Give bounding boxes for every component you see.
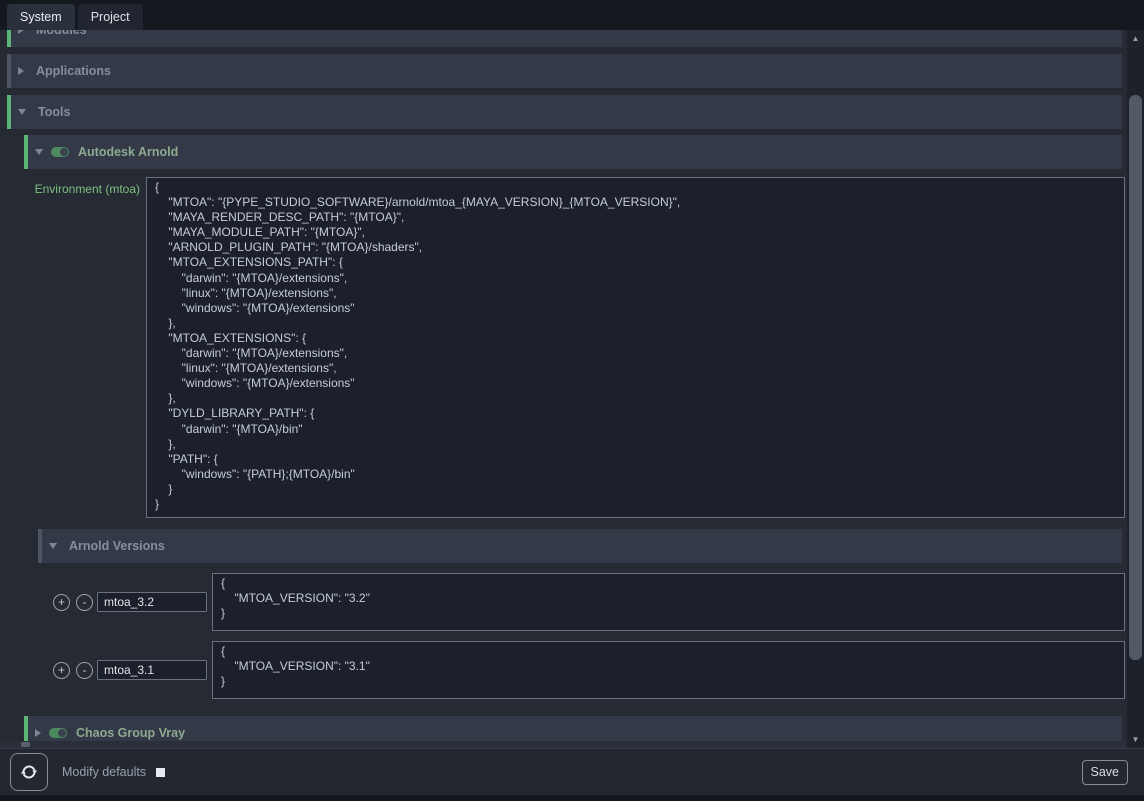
toggle-knob-icon bbox=[60, 148, 68, 156]
remove-version-button[interactable]: - bbox=[76, 662, 93, 679]
section-applications[interactable]: Applications bbox=[7, 54, 1122, 88]
version-row: + - { "MTOA_VERSION": "3.1" } bbox=[0, 641, 1127, 699]
env-label: Environment (mtoa) bbox=[0, 177, 146, 518]
modified-indicator bbox=[7, 95, 11, 129]
horizontal-scrollbar[interactable] bbox=[0, 741, 1127, 748]
collapse-arrow-icon[interactable] bbox=[35, 729, 41, 737]
footer-bar: Modify defaults Save bbox=[0, 748, 1144, 795]
section-tools[interactable]: Tools bbox=[7, 95, 1122, 129]
refresh-icon bbox=[19, 762, 39, 782]
environment-row: Environment (mtoa) { "MTOA": "{PYPE_STUD… bbox=[0, 177, 1127, 518]
version-name-input[interactable] bbox=[97, 660, 207, 680]
add-version-button[interactable]: + bbox=[53, 662, 70, 679]
version-row: + - { "MTOA_VERSION": "3.2" } bbox=[0, 573, 1127, 631]
section-arnold-versions[interactable]: Arnold Versions bbox=[38, 529, 1122, 563]
vertical-scrollbar-thumb[interactable] bbox=[1129, 95, 1142, 660]
expand-arrow-icon[interactable] bbox=[35, 149, 43, 155]
version-json-editor[interactable]: { "MTOA_VERSION": "3.2" } bbox=[212, 573, 1125, 631]
tab-bar: System Project bbox=[0, 0, 1144, 30]
section-autodesk-arnold[interactable]: Autodesk Arnold bbox=[24, 135, 1122, 169]
expand-arrow-icon[interactable] bbox=[49, 543, 57, 549]
modified-indicator bbox=[7, 30, 11, 47]
section-chaos-group-vray[interactable]: Chaos Group Vray bbox=[24, 716, 1122, 741]
expand-arrow-icon[interactable] bbox=[18, 109, 26, 115]
vray-enabled-toggle[interactable] bbox=[49, 728, 67, 738]
vertical-scrollbar[interactable]: ▲ ▼ bbox=[1127, 30, 1144, 748]
modify-defaults-label: Modify defaults bbox=[62, 765, 146, 779]
modify-defaults-checkbox[interactable] bbox=[156, 768, 165, 777]
modified-indicator bbox=[24, 135, 28, 169]
collapse-arrow-icon[interactable] bbox=[18, 67, 24, 75]
scroll-up-icon[interactable]: ▲ bbox=[1127, 34, 1144, 43]
window-bottom-edge bbox=[0, 795, 1144, 801]
save-button[interactable]: Save bbox=[1082, 760, 1129, 785]
section-label: Tools bbox=[38, 105, 70, 119]
tab-system[interactable]: System bbox=[7, 4, 75, 30]
section-label: Chaos Group Vray bbox=[76, 726, 185, 740]
version-json-editor[interactable]: { "MTOA_VERSION": "3.1" } bbox=[212, 641, 1125, 699]
default-indicator bbox=[38, 529, 42, 563]
toggle-knob-icon bbox=[58, 729, 66, 737]
remove-version-button[interactable]: - bbox=[76, 594, 93, 611]
modified-indicator bbox=[24, 716, 28, 741]
tab-project[interactable]: Project bbox=[78, 4, 143, 30]
version-name-input[interactable] bbox=[97, 592, 207, 612]
settings-scroll-area[interactable]: Modules Applications Tools Autodesk Arno… bbox=[0, 30, 1127, 741]
refresh-button[interactable] bbox=[10, 753, 48, 791]
horizontal-scrollbar-thumb[interactable] bbox=[21, 742, 30, 747]
default-indicator bbox=[7, 54, 11, 88]
settings-window: System Project Modules Applications Tool… bbox=[0, 0, 1144, 801]
section-label: Arnold Versions bbox=[69, 539, 165, 553]
collapse-arrow-icon[interactable] bbox=[18, 30, 24, 34]
add-version-button[interactable]: + bbox=[53, 594, 70, 611]
arnold-enabled-toggle[interactable] bbox=[51, 147, 69, 157]
scroll-down-icon[interactable]: ▼ bbox=[1127, 735, 1144, 744]
section-label: Applications bbox=[36, 64, 111, 78]
section-modules[interactable]: Modules bbox=[7, 30, 1122, 47]
section-label: Autodesk Arnold bbox=[78, 145, 178, 159]
env-json-editor[interactable]: { "MTOA": "{PYPE_STUDIO_SOFTWARE}/arnold… bbox=[146, 177, 1125, 518]
section-label: Modules bbox=[36, 30, 87, 37]
